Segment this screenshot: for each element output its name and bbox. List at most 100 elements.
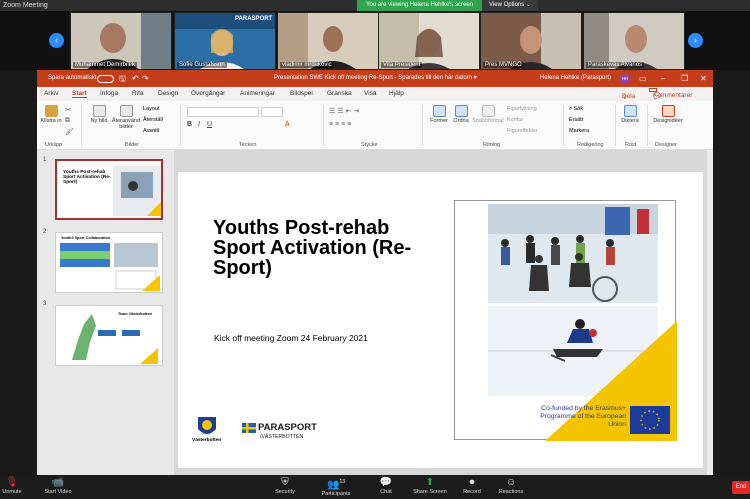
paste-button[interactable]: Klistra in <box>40 105 62 124</box>
italic-icon[interactable]: I <box>198 121 200 128</box>
format-painter-icon[interactable]: 🖌 <box>65 128 74 136</box>
align-icon[interactable]: ≡ ≡ ≡ ≡ <box>329 121 351 128</box>
slide-thumbnail-3[interactable]: Team Västerbotten <box>55 305 163 366</box>
shape-effects-button[interactable]: Figureffekter <box>507 128 538 134</box>
shape-outline-button[interactable]: Kontur <box>507 117 523 123</box>
reset-button[interactable]: Återställ <box>143 117 163 123</box>
voice-group-label: Röst <box>625 142 637 148</box>
parasport-logo-text: PARASPORT <box>258 422 317 433</box>
ribbon-divider <box>323 105 324 146</box>
font-name-dropdown[interactable] <box>187 107 259 117</box>
slide-number: 3 <box>43 301 47 307</box>
close-icon[interactable]: ✕ <box>700 70 707 87</box>
comments-button[interactable]: 💬 Kommentarer <box>649 88 692 100</box>
participant-tile[interactable]: Pres MVNGO <box>480 12 582 70</box>
tab-rita[interactable]: Rita <box>132 90 144 97</box>
find-button[interactable]: ⌕ Sök <box>569 106 583 113</box>
start-video-button[interactable]: 📹 Start Video <box>38 477 78 495</box>
slide-subtitle[interactable]: Kick off meeting Zoom 24 February 2021 <box>214 333 368 343</box>
replace-button[interactable]: Ersätt <box>569 117 583 123</box>
bold-icon[interactable]: B <box>187 121 192 128</box>
drawing-group-label: Ritning <box>483 142 501 148</box>
undo-icon[interactable]: ↶ <box>132 70 139 87</box>
tab-overgangar[interactable]: Övergångar <box>191 90 225 97</box>
save-icon[interactable]: 🖫 <box>119 70 126 87</box>
maximize-icon[interactable]: ❐ <box>681 70 688 87</box>
clipboard-group-label: Urklipp <box>45 142 63 148</box>
gallery-next-button[interactable]: › <box>688 33 703 48</box>
security-button[interactable]: ⛨ Security <box>265 477 305 495</box>
section-button[interactable]: Avsnitt <box>143 128 159 134</box>
dictate-button[interactable]: Diktera <box>618 105 642 124</box>
user-avatar[interactable]: HH <box>620 74 630 84</box>
arrange-icon <box>454 105 468 117</box>
copy-icon[interactable]: ⧉ <box>65 117 70 125</box>
parasport-logo-subtext: /VÄSTERBOTTEN <box>260 434 304 440</box>
unmute-button[interactable]: 🎙 Unmute <box>0 477 32 495</box>
photo-frame[interactable] <box>454 200 677 441</box>
video-camera-icon: 📹 <box>51 477 65 488</box>
slide-title[interactable]: Youths Post-rehab Sport Activation (Re-S… <box>213 218 443 278</box>
participants-button[interactable]: 👥13 Participants <box>316 477 356 497</box>
tab-arkiv[interactable]: Arkiv <box>44 90 58 97</box>
quick-styles-button[interactable]: Snabbformat <box>471 105 505 124</box>
shape-fill-button[interactable]: Figurfyllning <box>507 106 537 112</box>
user-name[interactable]: Helena Hehlke (Parasport) <box>540 70 611 87</box>
microphone-icon <box>623 105 637 117</box>
tab-infoga[interactable]: Infoga <box>100 90 118 97</box>
participant-name: vladimir mrdakovic <box>280 62 334 68</box>
end-meeting-button[interactable]: End <box>732 481 750 494</box>
autosave-toggle[interactable] <box>97 75 114 83</box>
font-size-dropdown[interactable] <box>261 107 283 117</box>
vasterbotten-crest-icon <box>198 417 216 434</box>
slide-thumbnail-1[interactable]: Youths Post-rehab Sport Activation (Re-S… <box>55 159 163 220</box>
tab-visa[interactable]: Visa <box>364 90 377 97</box>
reactions-button[interactable]: ☺ Reactions <box>491 477 531 495</box>
tab-animeringar[interactable]: Animeringar <box>240 90 275 97</box>
autosave-label: Spara automatiskt <box>48 75 97 81</box>
minimize-icon[interactable]: – <box>661 70 665 87</box>
underline-icon[interactable]: U <box>207 121 212 128</box>
microphone-muted-icon: 🎙 <box>5 477 19 488</box>
participant-tile[interactable]: vladimir mrdakovic <box>277 12 379 70</box>
layout-button[interactable]: Layout <box>143 106 160 112</box>
slides-group-label: Bilder <box>125 142 140 148</box>
ribbon-divider <box>422 105 423 146</box>
record-button[interactable]: ⏺ Record <box>452 477 492 495</box>
participant-tile[interactable]: Paraskevas Alvanos <box>583 12 685 70</box>
paragraph-group-label: Stycke <box>361 142 378 148</box>
tab-design[interactable]: Design <box>158 90 178 97</box>
funding-statement: Co-funded by the Erasmus+ Programme of t… <box>540 405 626 428</box>
font-color-icon[interactable]: A <box>285 121 290 128</box>
ribbon-tabs: Arkiv Start Infoga Rita Design Övergånga… <box>37 87 713 101</box>
bullets-icon[interactable]: ☰ ☰ ⇤ ⇥ <box>329 107 359 115</box>
participants-icon: 👥13 <box>326 479 345 491</box>
document-title[interactable]: Presentation SWE Kick off meeting Re-Spo… <box>274 70 477 87</box>
gallery-prev-button[interactable]: ‹ <box>49 33 64 48</box>
ribbon: Klistra in ✂ ⧉ 🖌 Urklipp Ny bild Återanv… <box>37 101 713 150</box>
reuse-slides-button[interactable]: Återanvänd bilder <box>109 105 143 130</box>
chat-button[interactable]: 💬 Chat <box>366 477 406 495</box>
view-options-button[interactable]: View Options ⌄ <box>482 0 538 11</box>
select-button[interactable]: Markera <box>569 128 589 134</box>
tab-start[interactable]: Start <box>72 90 87 98</box>
slide-thumbnail-2[interactable]: Youth3 Sport Collaboration <box>55 232 163 293</box>
vertical-scrollbar[interactable] <box>707 150 713 475</box>
share-screen-button[interactable]: ⬆ Share Screen <box>410 477 450 495</box>
ribbon-divider <box>81 105 82 146</box>
designer-button[interactable]: Designidéer <box>649 105 687 124</box>
ribbon-divider <box>563 105 564 146</box>
new-slide-button[interactable]: Ny bild <box>87 105 111 124</box>
redo-icon[interactable]: ↷ <box>142 70 149 87</box>
cut-icon[interactable]: ✂ <box>65 106 71 114</box>
ribbon-display-icon[interactable]: ▭ <box>639 70 647 87</box>
shapes-button[interactable]: Former <box>427 105 451 124</box>
eu-flag-icon <box>630 406 670 434</box>
tab-hjalp[interactable]: Hjälp <box>389 90 404 97</box>
participant-tile[interactable]: Vita President <box>378 12 480 70</box>
participant-tile[interactable]: PARASPORT Sofie Gustafsson <box>174 12 276 70</box>
tab-granska[interactable]: Granska <box>327 90 352 97</box>
tab-bildspel[interactable]: Bildspel <box>290 90 313 97</box>
participant-tile[interactable]: Muhammet Demirbilek <box>70 12 172 70</box>
arrange-button[interactable]: Ordna <box>450 105 472 124</box>
